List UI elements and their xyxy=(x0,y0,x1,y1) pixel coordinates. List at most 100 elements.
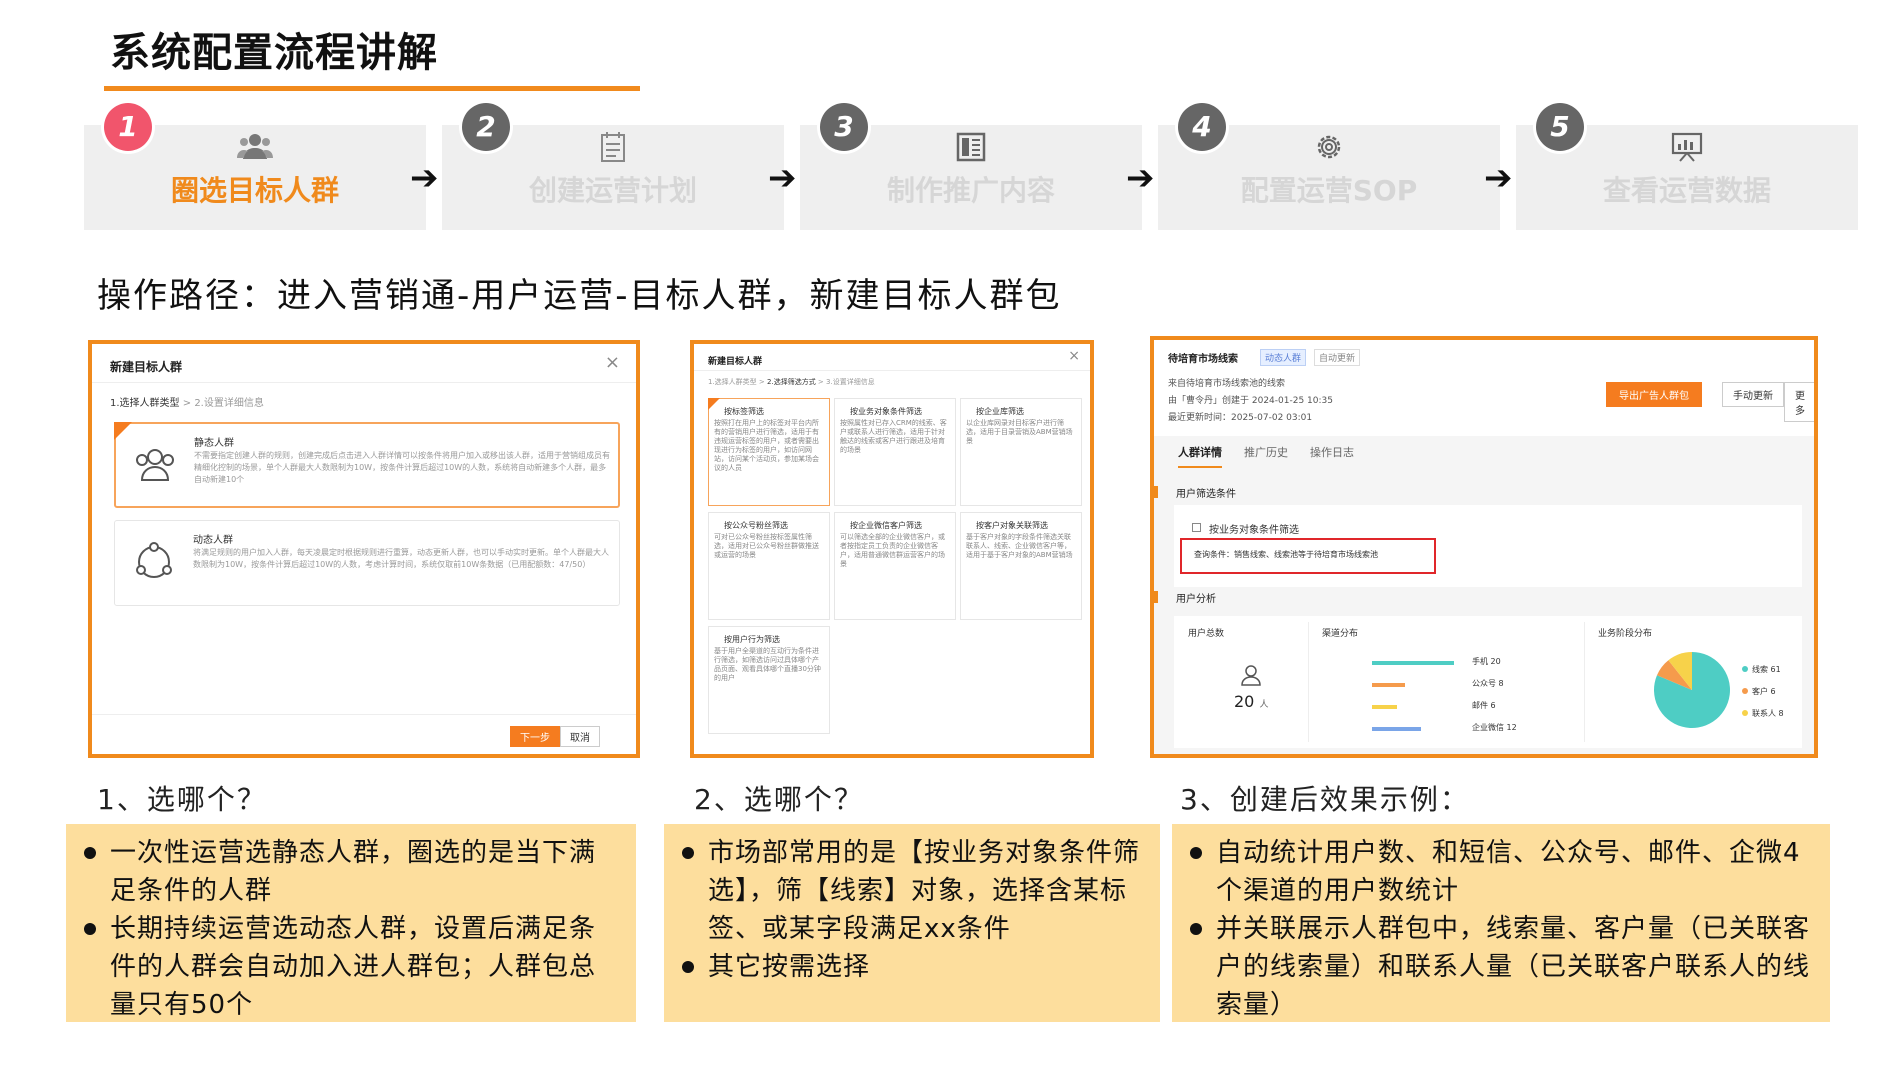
note-2-item-2: 其它按需选择 xyxy=(680,948,1144,986)
static-audience-desc: 不需要指定创建人群的规则，创建完成后点击进入人群详情可以按条件将用户加入或移出该… xyxy=(194,451,610,484)
channel-label: 邮件 6 xyxy=(1472,701,1496,710)
users-icon xyxy=(237,134,273,159)
channel-bar xyxy=(1372,683,1405,687)
channel-distribution-chart: 手机 20 公众号 8 邮件 6 企业微信 12 xyxy=(1372,656,1572,746)
analysis-section-title: 用户分析 xyxy=(1176,594,1216,605)
note-2-item-1: 市场部常用的是【按业务对象条件筛选】，筛【线索】对象，选择含某标签、或某字段满足… xyxy=(680,834,1144,948)
title-underline xyxy=(104,86,640,91)
total-users-label: 用户总数 xyxy=(1188,629,1225,639)
dialog-title: 新建目标人群 xyxy=(110,360,183,374)
filter-card-user-behavior[interactable]: 按用户行为筛选 基于用户全渠道的互动行为条件进行筛选，如筛选访问过具体哪个产品页面… xyxy=(708,626,830,734)
channel-bar xyxy=(1372,705,1397,709)
export-ad-audience-button[interactable]: 导出广告人群包 xyxy=(1606,382,1702,407)
static-audience-option[interactable]: 静态人群 不需要指定创建人群的规则，创建完成后点击进入人群详情可以按条件将用户加… xyxy=(114,422,620,508)
note-3-item-2: 并关联展示人群包中，线索量、客户量（已关联客户的线索量）和联系人量（已关联客户联… xyxy=(1188,910,1814,1024)
stage-legend-item: 联系人 8 xyxy=(1742,708,1784,719)
step-4-label: 配置运营SOP xyxy=(1240,174,1418,207)
tab-audience-detail[interactable]: 人群详情 xyxy=(1178,444,1222,468)
tag-auto-update: 自动更新 xyxy=(1314,349,1361,366)
channel-distribution-label: 渠道分布 xyxy=(1322,629,1359,639)
channel-label: 企业微信 12 xyxy=(1472,723,1517,732)
legend-dot xyxy=(1742,666,1748,672)
filter-card-business-object[interactable]: 按业务对象条件筛选 按照属性对已存入CRM的线索、客户或联系人进行筛选，适用于针对… xyxy=(834,398,956,506)
breadcrumb-step2: 2.设置详细信息 xyxy=(194,398,264,409)
breadcrumb: 1.选择人群类型 > 2.设置详细信息 xyxy=(110,398,264,409)
channel-bar xyxy=(1372,661,1454,665)
legend-text: 联系人 8 xyxy=(1752,709,1784,718)
calendar-list-icon xyxy=(601,132,625,162)
step-2-number: 2 xyxy=(462,103,510,151)
dynamic-audience-title: 动态人群 xyxy=(193,535,233,546)
step-1-label: 圈选目标人群 xyxy=(170,174,339,207)
stage-legend-item: 线索 61 xyxy=(1742,664,1781,675)
channel-row: 企业微信 12 xyxy=(1372,722,1572,736)
filter-card-company-library[interactable]: 按企业库筛选 以企业库网录对目标客户进行筛选，适用于目录营销及ABM营销场景 xyxy=(960,398,1082,506)
filter-type: 按业务对象条件筛选 xyxy=(1209,525,1299,536)
breadcrumb: 1.选择人群类型 > 2.选择筛选方式 > 3.设置详细信息 xyxy=(708,378,875,386)
operation-path: 操作路径：进入营销通-用户运营-目标人群，新建目标人群包 xyxy=(97,276,1062,316)
presentation-chart-icon xyxy=(1671,132,1703,162)
note-3-item-1: 自动统计用户数、和短信、公众号、邮件、企微4个渠道的用户数统计 xyxy=(1188,834,1814,910)
manual-update-button[interactable]: 手动更新 xyxy=(1722,382,1784,407)
static-audience-title: 静态人群 xyxy=(194,438,234,449)
stage-distribution-label: 业务阶段分布 xyxy=(1598,629,1653,639)
arrow-icon: ➔ xyxy=(410,158,439,198)
stage-legend-item: 客户 6 xyxy=(1742,686,1776,697)
arrow-icon: ➔ xyxy=(768,158,797,198)
audience-name: 待培育市场线索 xyxy=(1168,354,1238,365)
step-3-number: 3 xyxy=(820,103,868,151)
channel-bar xyxy=(1372,727,1421,731)
filter-card-wecom-customer[interactable]: 按企业微信客户筛选 可以筛选全部的企业微信客户，或者按指定员工负责的企业微信客户，… xyxy=(834,512,956,620)
cycle-icon xyxy=(136,542,172,578)
dynamic-audience-option[interactable]: 动态人群 将满足规则的用户加入人群，每天凌晨定时根据规则进行重算，动态更新人群，… xyxy=(114,520,620,606)
audience-updated: 最近更新时间：2025-07-02 03:01 xyxy=(1168,413,1313,423)
filter-card-tag[interactable]: 按标签筛选 按照打在用户上的标签对平台内所有的营销用户进行筛选，适用于有违规运营标… xyxy=(708,398,830,506)
channel-row: 手机 20 xyxy=(1372,656,1572,670)
step-5-number: 5 xyxy=(1536,103,1584,151)
audience-creator: 由「曹令丹」创建于 2024-01-25 10:35 xyxy=(1168,396,1333,406)
step-5-label: 查看运营数据 xyxy=(1602,174,1771,207)
close-icon[interactable]: × xyxy=(1068,348,1080,364)
channel-row: 邮件 6 xyxy=(1372,700,1572,714)
legend-text: 客户 6 xyxy=(1752,687,1776,696)
more-button[interactable]: 更多 xyxy=(1784,382,1814,422)
note-box-3: 自动统计用户数、和短信、公众号、邮件、企微4个渠道的用户数统计 并关联展示人群包… xyxy=(1172,824,1830,1022)
audience-source: 来自待培育市场线索池的线索 xyxy=(1168,379,1286,389)
screenshot-filter-method: 新建目标人群 × 1.选择人群类型 > 2.选择筛选方式 > 3.设置详细信息 … xyxy=(690,340,1094,758)
note-1-item-1: 一次性运营选静态人群，圈选的是当下满足条件的人群 xyxy=(82,834,620,910)
note-1-item-2: 长期持续运营选动态人群，设置后满足条件的人群会自动加入进人群包；人群包总量只有5… xyxy=(82,910,620,1024)
arrow-icon: ➔ xyxy=(1126,158,1155,198)
filter-card-official-account[interactable]: 按公众号粉丝筛选 可对已公众号粉丝按标签属性筛选，适用对已公众号粉丝群做推送或运营… xyxy=(708,512,830,620)
gear-icon xyxy=(1317,135,1341,159)
screenshot-audience-detail: 待培育市场线索 动态人群 自动更新 来自待培育市场线索池的线索 由「曹令丹」创建… xyxy=(1150,336,1818,758)
filter-section-title: 用户筛选条件 xyxy=(1176,489,1236,500)
note-box-1: 一次性运营选静态人群，圈选的是当下满足条件的人群 长期持续运营选动态人群，设置后… xyxy=(66,824,636,1022)
page-title: 系统配置流程讲解 xyxy=(110,30,438,76)
dynamic-audience-desc: 将满足规则的用户加入人群，每天凌晨定时根据规则进行重算，动态更新人群，也可以手动… xyxy=(193,548,609,569)
cancel-button[interactable]: 取消 xyxy=(560,726,600,747)
tab-operation-log[interactable]: 操作日志 xyxy=(1310,444,1354,466)
channel-label: 公众号 8 xyxy=(1472,679,1504,688)
detail-tabs: 人群详情 推广历史 操作日志 xyxy=(1178,444,1376,468)
legend-dot xyxy=(1742,710,1748,716)
channel-label: 手机 20 xyxy=(1472,657,1501,666)
step-4-number: 4 xyxy=(1178,103,1226,151)
question-2: 2、选哪个？ xyxy=(694,783,864,816)
dialog-title: 新建目标人群 xyxy=(708,357,763,367)
next-button[interactable]: 下一步 xyxy=(510,726,560,747)
users-icon xyxy=(136,449,174,481)
question-1: 1、选哪个？ xyxy=(97,783,267,816)
tag-dynamic: 动态人群 xyxy=(1260,349,1307,366)
stage-pie-chart xyxy=(1654,652,1730,728)
breadcrumb-step1: 1.选择人群类型 xyxy=(110,398,180,409)
arrow-icon: ➔ xyxy=(1484,158,1513,198)
note-box-2: 市场部常用的是【按业务对象条件筛选】，筛【线索】对象，选择含某标签、或某字段满足… xyxy=(664,824,1160,1022)
layout-icon xyxy=(956,132,986,162)
question-3: 3、创建后效果示例： xyxy=(1180,783,1470,816)
close-icon[interactable]: × xyxy=(605,352,620,373)
total-users-value: 20 人 xyxy=(1234,692,1269,711)
filter-card-customer-relation[interactable]: 按客户对象关联筛选 基于客户对象的字段条件筛选关联联系人、线索、企业微信客户等，适… xyxy=(960,512,1082,620)
tab-promotion-history[interactable]: 推广历史 xyxy=(1244,444,1288,466)
legend-dot xyxy=(1742,688,1748,694)
users-icon xyxy=(1241,665,1261,686)
